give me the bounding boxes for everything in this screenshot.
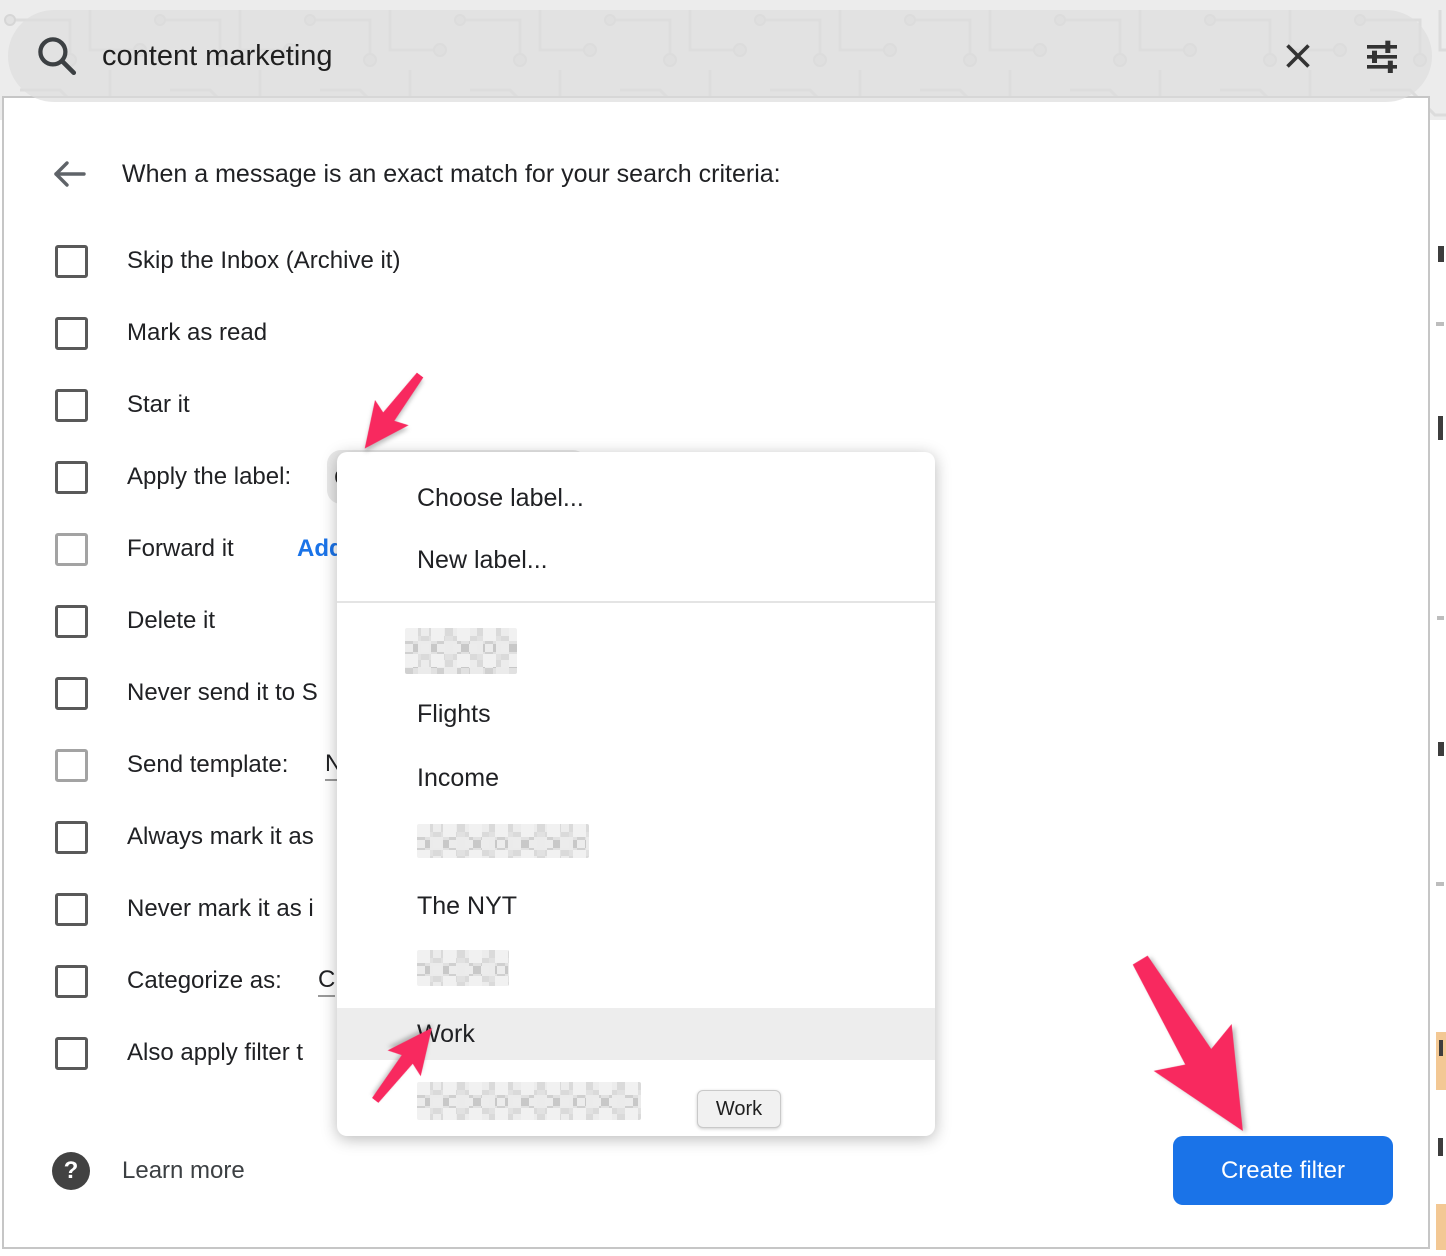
filter-option-row: Also apply filter t bbox=[55, 1017, 303, 1089]
back-arrow-icon[interactable] bbox=[50, 156, 90, 192]
create-filter-button[interactable]: Create filter bbox=[1173, 1136, 1393, 1205]
checkbox-send-template[interactable] bbox=[55, 749, 88, 782]
clear-search-icon[interactable] bbox=[1276, 34, 1320, 78]
filter-option-label: Mark as read bbox=[127, 319, 267, 347]
panel-title: When a message is an exact match for you… bbox=[122, 160, 781, 189]
label-menu: Choose label... New label... Flights Inc… bbox=[337, 452, 935, 1136]
menu-item-redacted-label[interactable] bbox=[417, 1082, 641, 1120]
filter-option-row: Forward it Add bbox=[55, 513, 234, 585]
checkbox-also-apply[interactable] bbox=[55, 1037, 88, 1070]
checkbox-apply-label[interactable] bbox=[55, 461, 88, 494]
filter-option-label: Star it bbox=[127, 391, 190, 419]
filter-option-row: Apply the label: bbox=[55, 441, 291, 513]
learn-more-link[interactable]: Learn more bbox=[122, 1157, 245, 1185]
menu-divider bbox=[337, 601, 935, 603]
gmail-create-filter-screen: When a message is an exact match for you… bbox=[0, 0, 1446, 1256]
bg-fragment bbox=[1437, 616, 1444, 620]
filter-option-row: Categorize as: C bbox=[55, 945, 282, 1017]
checkbox-forward-it[interactable] bbox=[55, 533, 88, 566]
filter-option-label: Forward it bbox=[127, 535, 234, 563]
search-input[interactable] bbox=[100, 39, 1276, 74]
help-icon[interactable]: ? bbox=[52, 1152, 90, 1190]
bg-fragment bbox=[1438, 1138, 1443, 1156]
checkbox-categorize[interactable] bbox=[55, 965, 88, 998]
filter-option-row: Send template: N bbox=[55, 729, 288, 801]
filter-option-label: Never mark it as i bbox=[127, 895, 314, 923]
menu-item-redacted-label[interactable] bbox=[417, 824, 589, 858]
menu-item-redacted-label[interactable] bbox=[405, 628, 517, 674]
checkbox-star-it[interactable] bbox=[55, 389, 88, 422]
filter-option-row: Skip the Inbox (Archive it) bbox=[55, 225, 400, 297]
bg-fragment bbox=[1439, 1040, 1443, 1056]
checkbox-never-important[interactable] bbox=[55, 893, 88, 926]
filter-option-row: Never mark it as i bbox=[55, 873, 314, 945]
filter-option-row: Always mark it as bbox=[55, 801, 314, 873]
bg-fragment bbox=[1438, 416, 1443, 440]
category-value[interactable]: C bbox=[318, 966, 335, 997]
menu-item-work[interactable]: Work bbox=[337, 1008, 935, 1060]
checkbox-mark-read[interactable] bbox=[55, 317, 88, 350]
filter-option-label: Also apply filter t bbox=[127, 1039, 303, 1067]
checkbox-never-spam[interactable] bbox=[55, 677, 88, 710]
menu-item-redacted-label[interactable] bbox=[417, 950, 509, 986]
menu-item-flights[interactable]: Flights bbox=[337, 686, 935, 742]
bg-fragment bbox=[1438, 246, 1444, 262]
menu-item-new-label[interactable]: New label... bbox=[337, 532, 935, 588]
menu-item-income[interactable]: Income bbox=[337, 750, 935, 806]
bg-fragment bbox=[1436, 322, 1444, 326]
filter-option-label: Never send it to S bbox=[127, 679, 318, 707]
filter-option-label: Apply the label: bbox=[127, 463, 291, 491]
work-tooltip: Work bbox=[697, 1090, 781, 1128]
filter-option-label: Always mark it as bbox=[127, 823, 314, 851]
checkbox-skip-inbox[interactable] bbox=[55, 245, 88, 278]
bg-fragment bbox=[1438, 742, 1444, 756]
bg-fragment bbox=[1436, 882, 1444, 886]
filter-option-label: Categorize as: bbox=[127, 967, 282, 995]
filter-option-label: Send template: bbox=[127, 751, 288, 779]
filter-option-row: Delete it bbox=[55, 585, 215, 657]
filter-option-label: Delete it bbox=[127, 607, 215, 635]
search-icon bbox=[34, 33, 80, 79]
filter-option-row: Star it bbox=[55, 369, 190, 441]
checkbox-always-important[interactable] bbox=[55, 821, 88, 854]
search-bar[interactable] bbox=[8, 10, 1432, 102]
checkbox-delete-it[interactable] bbox=[55, 605, 88, 638]
menu-item-choose-label[interactable]: Choose label... bbox=[337, 470, 935, 526]
menu-item-the-nyt[interactable]: The NYT bbox=[337, 878, 935, 934]
filter-option-row: Never send it to S bbox=[55, 657, 318, 729]
filter-option-row: Mark as read bbox=[55, 297, 267, 369]
search-options-icon[interactable] bbox=[1360, 34, 1404, 78]
filter-option-label: Skip the Inbox (Archive it) bbox=[127, 247, 400, 275]
bg-search-highlight bbox=[1436, 1204, 1446, 1250]
